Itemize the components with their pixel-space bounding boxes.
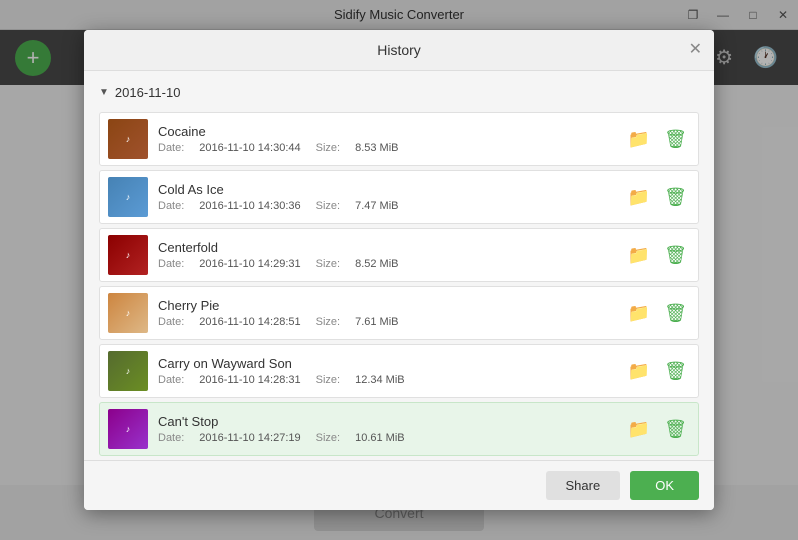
song-item: ♪ Can't Stop Date: 2016-11-10 14:27:19 S… (99, 402, 699, 456)
date-value: 2016-11-10 14:29:31 (199, 258, 300, 270)
song-item: ♪ Cherry Pie Date: 2016-11-10 14:28:51 S… (99, 286, 699, 340)
date-value: 2016-11-10 14:28:31 (199, 374, 300, 386)
song-thumbnail: ♪ (108, 119, 148, 159)
song-actions: 📁 🗑 (625, 300, 690, 327)
song-info: Carry on Wayward Son Date: 2016-11-10 14… (158, 356, 615, 386)
size-label: Size: (316, 142, 340, 154)
song-actions: 📁 🗑 (625, 358, 690, 385)
song-meta: Date: 2016-11-10 14:27:19 Size: 10.61 Mi… (158, 432, 615, 444)
dialog-header: History ✕ (84, 30, 714, 71)
overlay: History ✕ ▼ 2016-11-10 ♪ Cocaine Date: (0, 0, 798, 540)
song-name: Centerfold (158, 240, 615, 255)
song-actions: 📁 🗑 (625, 126, 690, 153)
date-label: Date: (158, 432, 184, 444)
history-dialog: History ✕ ▼ 2016-11-10 ♪ Cocaine Date: (84, 30, 714, 510)
date-label: Date: (158, 316, 184, 328)
size-label: Size: (316, 316, 340, 328)
song-actions: 📁 🗑 (625, 184, 690, 211)
history-list[interactable]: ▼ 2016-11-10 ♪ Cocaine Date: 2016-11-10 … (84, 71, 714, 460)
open-folder-button[interactable]: 📁 (625, 126, 653, 153)
open-folder-button[interactable]: 📁 (625, 416, 653, 443)
song-name: Cocaine (158, 124, 615, 139)
open-folder-button[interactable]: 📁 (625, 242, 653, 269)
size-value: 7.47 MiB (355, 200, 398, 212)
date-group-header: ▼ 2016-11-10 (99, 81, 699, 104)
song-meta: Date: 2016-11-10 14:29:31 Size: 8.52 MiB (158, 258, 615, 270)
delete-button[interactable]: 🗑 (661, 126, 690, 153)
share-button[interactable]: Share (546, 471, 621, 500)
song-list: ♪ Cocaine Date: 2016-11-10 14:30:44 Size… (99, 112, 699, 460)
size-value: 10.61 MiB (355, 432, 405, 444)
delete-button[interactable]: 🗑 (661, 416, 690, 443)
song-name: Cold As Ice (158, 182, 615, 197)
dialog-title: History (377, 42, 421, 58)
date-value: 2016-11-10 14:30:36 (199, 200, 300, 212)
song-info: Can't Stop Date: 2016-11-10 14:27:19 Siz… (158, 414, 615, 444)
song-name: Carry on Wayward Son (158, 356, 615, 371)
open-folder-button[interactable]: 📁 (625, 184, 653, 211)
song-thumbnail: ♪ (108, 235, 148, 275)
song-thumbnail: ♪ (108, 293, 148, 333)
song-item: ♪ Cold As Ice Date: 2016-11-10 14:30:36 … (99, 170, 699, 224)
size-value: 7.61 MiB (355, 316, 398, 328)
song-thumbnail: ♪ (108, 409, 148, 449)
delete-button[interactable]: 🗑 (661, 184, 690, 211)
open-folder-button[interactable]: 📁 (625, 358, 653, 385)
song-meta: Date: 2016-11-10 14:28:51 Size: 7.61 MiB (158, 316, 615, 328)
song-info: Cocaine Date: 2016-11-10 14:30:44 Size: … (158, 124, 615, 154)
date-value: 2016-11-10 14:30:44 (199, 142, 300, 154)
dialog-footer: Share OK (84, 460, 714, 510)
song-item: ♪ Carry on Wayward Son Date: 2016-11-10 … (99, 344, 699, 398)
date-value: 2016-11-10 14:28:51 (199, 316, 300, 328)
song-info: Centerfold Date: 2016-11-10 14:29:31 Siz… (158, 240, 615, 270)
delete-button[interactable]: 🗑 (661, 358, 690, 385)
size-value: 8.52 MiB (355, 258, 398, 270)
size-value: 8.53 MiB (355, 142, 398, 154)
size-value: 12.34 MiB (355, 374, 405, 386)
date-value: 2016-11-10 14:27:19 (199, 432, 300, 444)
song-meta: Date: 2016-11-10 14:30:44 Size: 8.53 MiB (158, 142, 615, 154)
song-thumbnail: ♪ (108, 177, 148, 217)
song-actions: 📁 🗑 (625, 416, 690, 443)
song-meta: Date: 2016-11-10 14:30:36 Size: 7.47 MiB (158, 200, 615, 212)
song-name: Can't Stop (158, 414, 615, 429)
delete-button[interactable]: 🗑 (661, 300, 690, 327)
size-label: Size: (316, 374, 340, 386)
delete-button[interactable]: 🗑 (661, 242, 690, 269)
app-window: Sidify Music Converter ❐ — □ ✕ + ⚙ 🕐 Con… (0, 0, 798, 540)
expand-icon: ▼ (99, 87, 109, 98)
song-info: Cherry Pie Date: 2016-11-10 14:28:51 Siz… (158, 298, 615, 328)
song-thumbnail: ♪ (108, 351, 148, 391)
song-name: Cherry Pie (158, 298, 615, 313)
date-label: Date: (158, 258, 184, 270)
ok-button[interactable]: OK (630, 471, 699, 500)
size-label: Size: (316, 258, 340, 270)
open-folder-button[interactable]: 📁 (625, 300, 653, 327)
date-label: Date: (158, 142, 184, 154)
song-info: Cold As Ice Date: 2016-11-10 14:30:36 Si… (158, 182, 615, 212)
date-label: Date: (158, 374, 184, 386)
song-item: ♪ Centerfold Date: 2016-11-10 14:29:31 S… (99, 228, 699, 282)
date-label: Date: (158, 200, 184, 212)
size-label: Size: (316, 200, 340, 212)
song-meta: Date: 2016-11-10 14:28:31 Size: 12.34 Mi… (158, 374, 615, 386)
date-group-label: 2016-11-10 (115, 85, 181, 100)
song-item: ♪ Cocaine Date: 2016-11-10 14:30:44 Size… (99, 112, 699, 166)
size-label: Size: (316, 432, 340, 444)
song-actions: 📁 🗑 (625, 242, 690, 269)
dialog-close-button[interactable]: ✕ (689, 42, 702, 58)
